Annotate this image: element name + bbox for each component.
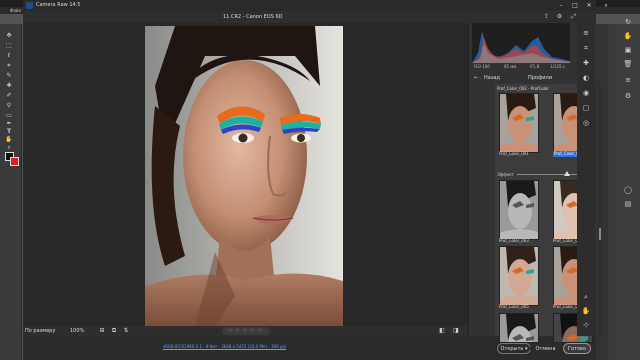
circle-icon[interactable]: ◯ — [623, 186, 633, 194]
marquee-icon[interactable]: ⬚ — [4, 42, 14, 49]
selected-profile-title: Prof_Color_002 - ProfColor — [497, 86, 550, 91]
menu-file[interactable]: Файл — [10, 7, 21, 14]
camera-raw-header: 11.CR2 - Canon EOS 6D ⇪ ⚙ ⤢ — [23, 11, 596, 23]
screen: Файл ✥ ⬚ ℓ ⌗ ✎ ✚ ✐ ⚲ ▭ ✒ T ✋ ⌕ ⌕ ↻ ✋ ▣ 🗑… — [0, 0, 640, 360]
brush-icon[interactable]: ✐ — [4, 92, 14, 99]
eraser-icon[interactable]: ▭ — [4, 112, 14, 119]
background-color-swatch[interactable] — [10, 157, 19, 166]
healing-icon[interactable]: ✚ — [581, 59, 591, 68]
minimize-button[interactable]: – — [554, 0, 568, 11]
close-button[interactable]: ✕ — [582, 0, 596, 11]
done-button[interactable]: Готово — [563, 343, 591, 354]
profile-thumbnail[interactable] — [499, 180, 539, 240]
crop-icon[interactable]: ⌗ — [581, 44, 591, 53]
stamp-icon[interactable]: ⚲ — [4, 102, 14, 109]
settings-icon[interactable]: ⚙ — [555, 13, 564, 21]
layers-icon[interactable]: ▤ — [623, 200, 633, 208]
pen-icon[interactable]: ✒ — [4, 120, 14, 127]
portrait-photo — [145, 26, 343, 326]
zoom-level[interactable]: По размеру (16,3%) — [25, 327, 69, 342]
hand-icon[interactable]: ✋ — [581, 307, 591, 316]
camera-raw-dialog: Camera Raw 14.5 – □ ✕ 11.CR2 - Canon EOS… — [23, 0, 601, 360]
workflow-options-link[interactable]: sRGB IEC61966-2.1 - 8 бит - 3648 x 5472 … — [163, 344, 286, 350]
cancel-button[interactable]: Отмена — [530, 343, 561, 354]
profile-thumbnail[interactable] — [499, 246, 539, 306]
profile-thumbnail-label[interactable]: Prof_Color_005 — [499, 304, 539, 310]
profiles-title: Профили — [528, 75, 552, 81]
rotate-icon[interactable]: ↻ — [623, 18, 633, 26]
profile-thumbnail-label[interactable]: Prof_Color_003 — [499, 238, 539, 244]
camera-icon[interactable]: ▣ — [623, 46, 633, 54]
fit-icon[interactable]: ⊞ — [98, 327, 106, 335]
before-after-icon[interactable]: ◧ — [438, 327, 446, 335]
filmstrip-icon[interactable]: ⧉ — [110, 327, 118, 335]
maximize-button[interactable]: □ — [568, 0, 582, 11]
redeye-icon[interactable]: ◉ — [581, 89, 591, 98]
photoshop-right-panels — [596, 24, 640, 360]
profile-thumbnail[interactable] — [499, 93, 539, 153]
lasso-icon[interactable]: ℓ — [4, 52, 14, 59]
trash-icon[interactable]: 🗑 — [623, 60, 633, 68]
eyedropper-icon[interactable]: ✎ — [4, 72, 14, 79]
exif-aperture: f/1,8 — [530, 64, 540, 69]
masking-icon[interactable]: ◐ — [581, 74, 591, 83]
fullscreen-icon[interactable]: ⤢ — [569, 13, 578, 21]
sampler-icon[interactable]: ⊹ — [581, 321, 591, 330]
zoom-icon[interactable]: ⌕ — [581, 293, 591, 302]
camera-raw-titlebar: Camera Raw 14.5 – □ ✕ — [23, 0, 596, 11]
exif-focal-length: 85 мм — [504, 64, 517, 69]
hand-icon[interactable]: ✋ — [4, 136, 14, 143]
canvas-footer: По размеру (16,3%) 100% ⊞ ⧉ ⇅ ☆☆☆☆☆ ◧ ◨ — [23, 326, 468, 342]
sort-icon[interactable]: ⇅ — [122, 327, 130, 335]
settings-icon[interactable]: ⚙ — [623, 92, 633, 100]
profile-thumbnail-label[interactable]: Prof_Color_001 — [499, 151, 539, 157]
zoom-select[interactable]: 100% — [70, 327, 84, 335]
hand-icon[interactable]: ✋ — [623, 32, 633, 40]
search-icon[interactable]: ⌕ — [602, 2, 610, 10]
image-canvas[interactable] — [23, 23, 468, 326]
export-icon[interactable]: ⇪ — [542, 13, 551, 21]
panel-strip — [596, 24, 608, 360]
window-title: Camera Raw 14.5 — [36, 2, 81, 8]
zoom-icon[interactable]: ⌕ — [4, 144, 14, 151]
profiles-scrollbar[interactable] — [599, 84, 601, 336]
compare-icon[interactable]: ◨ — [452, 327, 460, 335]
back-button[interactable]: Назад — [484, 73, 500, 83]
presets-icon[interactable]: ◎ — [581, 119, 591, 128]
file-info: 11.CR2 - Canon EOS 6D — [223, 14, 283, 20]
effect-label: Эффект — [497, 172, 514, 177]
arrow-left-icon[interactable]: ← — [474, 73, 478, 83]
crop-icon[interactable]: ⌗ — [4, 62, 14, 69]
camera-raw-logo — [26, 2, 33, 9]
exif-iso: ISO 100 — [474, 64, 490, 69]
exif-shutter: 1/125 с — [550, 64, 565, 69]
rating-stars[interactable]: ☆☆☆☆☆ — [222, 327, 270, 335]
histogram — [472, 23, 570, 63]
type-icon[interactable]: T — [4, 128, 14, 135]
tools-panel: ✥ ⬚ ℓ ⌗ ✎ ✚ ✐ ⚲ ▭ ✒ T ✋ ⌕ — [0, 24, 22, 360]
exif-info: ISO 100 85 мм f/1,8 1/125 с — [472, 63, 570, 71]
profile-browser-header: ← Назад Профили — [472, 73, 572, 83]
snapshots-icon[interactable]: ▢ — [581, 104, 591, 113]
healing-icon[interactable]: ✚ — [4, 82, 14, 89]
edit-panel: ISO 100 85 мм f/1,8 1/125 с ← Назад Проф… — [468, 23, 601, 343]
edit-icon[interactable]: ≡ — [581, 29, 591, 38]
tool-icon-column: ≡ ⌗ ✚ ◐ ◉ ▢ ◎ ⌕ ✋ ⊹ — [577, 23, 595, 336]
effect-slider-knob[interactable] — [563, 171, 570, 176]
move-icon[interactable]: ✥ — [4, 32, 14, 39]
list-icon[interactable]: ≡ — [623, 76, 633, 84]
profile-thumbnail[interactable] — [499, 313, 539, 343]
scrollbar-thumb[interactable] — [599, 228, 601, 240]
open-button[interactable]: Открыть ▾ — [497, 343, 531, 354]
